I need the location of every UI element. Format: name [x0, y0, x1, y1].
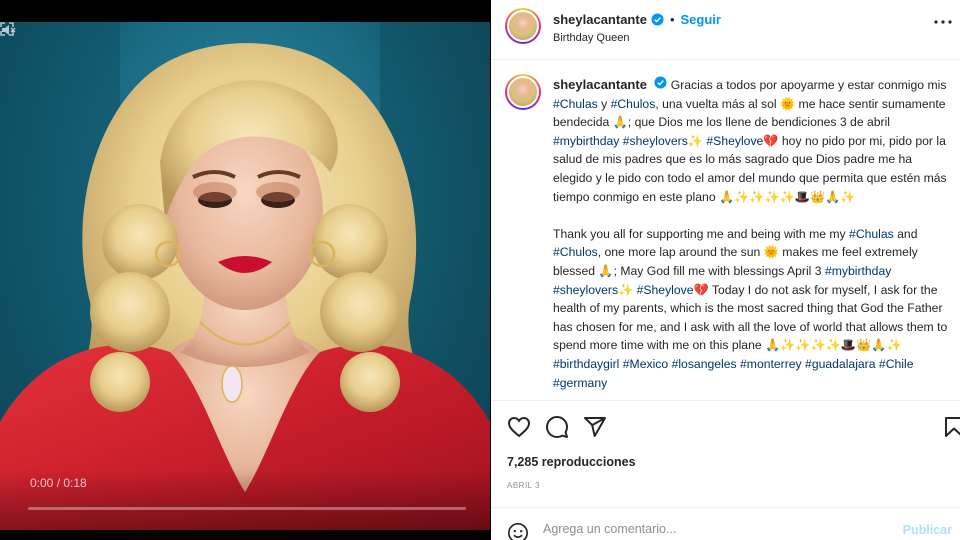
- comment-input[interactable]: [543, 522, 883, 536]
- emoji: 🙏✨✨✨✨🎩👑🙏✨: [719, 189, 856, 204]
- post-date[interactable]: ABRIL 3: [507, 481, 540, 490]
- caption-paragraph-en: Thank you all for supporting me and bein…: [553, 225, 953, 392]
- comment-form: Publicar: [491, 507, 960, 540]
- hashtag-link[interactable]: #Chile: [879, 357, 914, 371]
- hashtag-link[interactable]: #sheylovers: [623, 134, 688, 148]
- hashtag-link[interactable]: #mybirthday: [825, 264, 891, 278]
- emoji: ✨: [687, 133, 704, 148]
- comment-icon[interactable]: [545, 415, 569, 439]
- hashtag-link[interactable]: #losangeles: [672, 357, 737, 371]
- verified-badge-icon: [654, 76, 667, 89]
- hashtag-link[interactable]: #Chulas: [553, 97, 598, 111]
- view-count[interactable]: 7,285 reproducciones: [507, 455, 636, 469]
- post-caption: sheylacantante Gracias a todos por apoya…: [491, 60, 960, 400]
- caption-body-es: Gracias a todos por apoyarme y estar con…: [553, 78, 947, 204]
- emoji: 💔: [693, 282, 709, 297]
- post-panel: sheylacantante • Seguir Birthday Queen s…: [491, 0, 960, 540]
- video-progress-bar[interactable]: [28, 507, 466, 510]
- hashtag-link[interactable]: #mybirthday: [553, 134, 619, 148]
- bookmark-icon[interactable]: [942, 415, 960, 439]
- emoji: 🙏: [612, 115, 628, 130]
- caption-text-segment: ; que Dios me los llene de bendiciones 3…: [627, 115, 891, 130]
- caption-text-segment: , one more lap around the sun: [597, 245, 764, 260]
- publish-button[interactable]: Publicar: [903, 523, 952, 537]
- hashtag-link[interactable]: #Sheylove: [637, 283, 694, 297]
- follow-button[interactable]: Seguir: [681, 12, 721, 27]
- heart-icon[interactable]: [507, 415, 531, 439]
- hashtag-link[interactable]: #Chulos: [553, 245, 598, 259]
- avatar[interactable]: [505, 74, 541, 110]
- post-actions: 7,285 reproducciones ABRIL 3 Publicar: [491, 400, 960, 540]
- caption-text-segment: and: [893, 226, 918, 241]
- emoji: ✨: [618, 282, 634, 297]
- emoji: 🌞: [763, 245, 779, 260]
- video-time: 0:00 / 0:18: [30, 476, 87, 490]
- post-header: sheylacantante • Seguir Birthday Queen: [491, 0, 960, 60]
- caption-text-segment: Gracias a todos por apoyarme y estar con…: [670, 78, 947, 92]
- caption-username[interactable]: sheylacantante: [553, 77, 647, 92]
- post-media: 0:00 / 0:18: [0, 0, 490, 540]
- caption-text-segment: ; May God fill me with blessings April 3: [613, 263, 825, 278]
- emoji: 🙏: [598, 263, 614, 278]
- hashtag-link[interactable]: #Chulos: [611, 97, 656, 111]
- smile-icon[interactable]: [507, 522, 529, 540]
- hashtag-link[interactable]: #birthdaygirl: [553, 357, 619, 371]
- video-player[interactable]: 0:00 / 0:18: [0, 22, 490, 530]
- more-options-icon[interactable]: [934, 20, 952, 24]
- video-frame-image: [0, 22, 490, 530]
- hashtag-link[interactable]: #monterrey: [740, 357, 802, 371]
- fullscreen-icon[interactable]: [0, 22, 14, 36]
- caption-text-segment: y: [597, 96, 611, 111]
- username-link[interactable]: sheylacantante: [553, 12, 647, 27]
- caption-text: sheylacantante Gracias a todos por apoya…: [553, 76, 953, 400]
- emoji: 💔: [763, 133, 779, 148]
- caption-paragraph-es: sheylacantante Gracias a todos por apoya…: [553, 76, 953, 206]
- action-icons: [507, 415, 607, 439]
- separator-dot: •: [669, 12, 675, 27]
- emoji: 🌞: [779, 96, 796, 111]
- header-user-row: sheylacantante • Seguir: [553, 12, 721, 27]
- hashtag-link[interactable]: #guadalajara: [805, 357, 875, 371]
- hashtag-link[interactable]: #Mexico: [623, 357, 668, 371]
- emoji: 🙏✨✨✨✨🎩👑🙏✨: [765, 338, 902, 353]
- caption-text-segment: Thank you all for supporting me and bein…: [553, 226, 850, 241]
- verified-badge-icon: [651, 13, 664, 26]
- hashtag-link[interactable]: #Sheylove: [706, 134, 763, 148]
- caption-text-segment: , una vuelta más al sol: [655, 96, 780, 111]
- hashtag-link[interactable]: #sheylovers: [553, 283, 618, 297]
- share-icon[interactable]: [583, 415, 607, 439]
- hashtag-link[interactable]: #germany: [553, 376, 607, 390]
- avatar[interactable]: [505, 8, 541, 44]
- hashtag-link[interactable]: #Chulas: [849, 227, 894, 241]
- post-location[interactable]: Birthday Queen: [553, 32, 629, 44]
